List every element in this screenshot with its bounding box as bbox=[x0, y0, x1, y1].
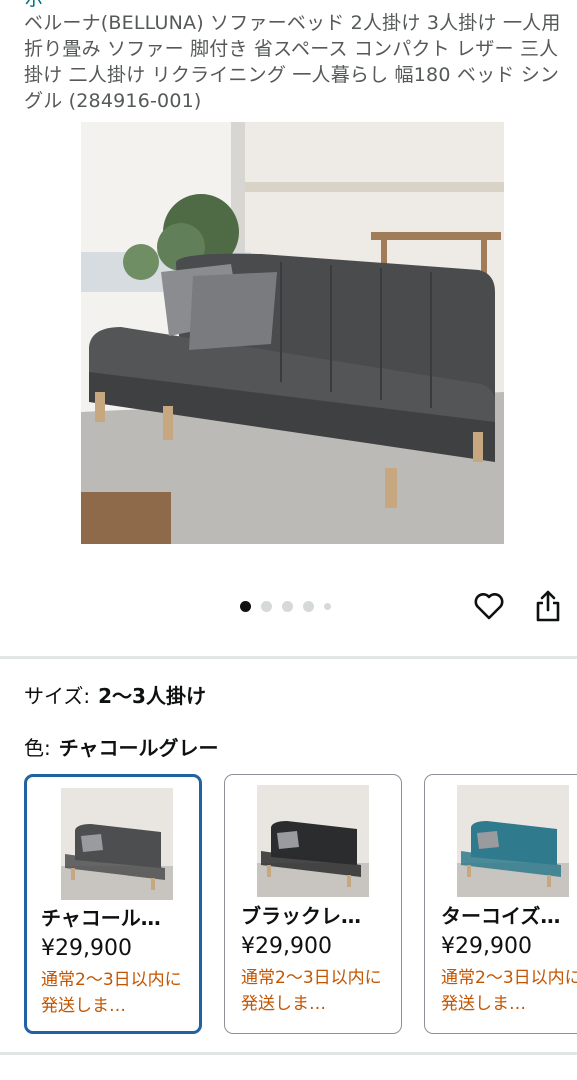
carousel-dot[interactable] bbox=[303, 600, 314, 612]
image-carousel-dots[interactable] bbox=[240, 600, 331, 612]
heart-icon[interactable] bbox=[472, 589, 506, 623]
carousel-dot[interactable] bbox=[282, 600, 293, 612]
size-selector[interactable]: サイズ: 2〜3人掛け bbox=[24, 682, 206, 710]
swatch-price: ¥29,900 bbox=[241, 934, 332, 959]
swatch-name: ブラックレ… bbox=[241, 904, 361, 928]
color-swatch-card[interactable]: チャコール… ¥29,900 通常2〜3日以内に発送しま… bbox=[24, 774, 202, 1034]
sofa-photo bbox=[81, 122, 504, 544]
carousel-dot[interactable] bbox=[261, 600, 272, 612]
section-divider bbox=[0, 656, 577, 659]
size-value: 2〜3人掛け bbox=[98, 684, 206, 708]
size-label: サイズ: bbox=[24, 684, 91, 708]
color-label: 色: bbox=[24, 736, 51, 760]
color-value: チャコールグレー bbox=[58, 736, 219, 760]
swatch-delivery: 通常2〜3日以内に発送しま… bbox=[41, 970, 182, 1016]
swatch-delivery: 通常2〜3日以内に発送しま… bbox=[441, 968, 577, 1014]
section-divider bbox=[0, 1052, 577, 1055]
color-swatch-card[interactable]: ブラックレ… ¥29,900 通常2〜3日以内に発送しま… bbox=[224, 774, 402, 1034]
swatch-price: ¥29,900 bbox=[41, 936, 132, 961]
color-selector: 色: チャコールグレー bbox=[24, 734, 219, 762]
color-swatch-card[interactable]: ターコイズ… ¥29,900 通常2〜3日以内に発送しま… bbox=[424, 774, 577, 1034]
swatch-name: ターコイズ… bbox=[441, 904, 561, 928]
swatch-name: チャコール… bbox=[41, 906, 161, 930]
carousel-dot[interactable] bbox=[324, 602, 331, 610]
carousel-dot[interactable] bbox=[240, 600, 251, 612]
swatch-delivery: 通常2〜3日以内に発送しま… bbox=[241, 968, 382, 1014]
product-main-image[interactable] bbox=[81, 122, 504, 544]
share-icon[interactable] bbox=[531, 589, 565, 623]
swatch-thumbnail bbox=[457, 785, 569, 897]
swatch-thumbnail bbox=[257, 785, 369, 897]
swatch-price: ¥29,900 bbox=[441, 934, 532, 959]
product-title: ベルーナ(BELLUNA) ソファーベッド 2人掛け 3人掛け 一人用 折り畳み… bbox=[24, 12, 561, 112]
swatch-thumbnail bbox=[61, 788, 173, 900]
